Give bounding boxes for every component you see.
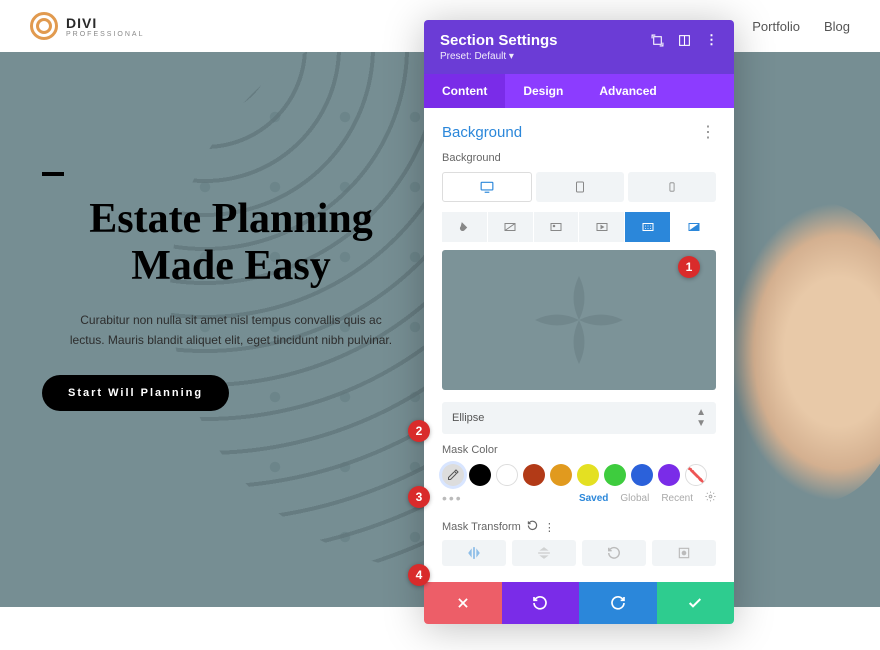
device-phone-icon[interactable] (628, 172, 716, 202)
responsive-toggle (442, 172, 716, 202)
nav-link-portfolio[interactable]: Portfolio (752, 19, 800, 34)
callout-badge-4: 4 (408, 564, 430, 586)
flip-vertical-button[interactable] (512, 540, 576, 566)
swatch-blue[interactable] (631, 464, 653, 486)
hero-image (730, 202, 880, 502)
undo-button[interactable] (502, 582, 580, 624)
kebab-menu-icon[interactable]: ⋮ (705, 32, 718, 48)
nav-link-blog[interactable]: Blog (824, 19, 850, 34)
hero-title-line1: Estate Planning (89, 196, 373, 242)
logo-mark-icon (30, 12, 58, 40)
panel-title: Section Settings (440, 32, 558, 49)
hero-title-line2: Made Easy (131, 243, 331, 289)
section-settings-panel: Section Settings Preset: Default ▾ ⋮ Con… (424, 20, 734, 624)
palette-recent-tab[interactable]: Recent (661, 493, 693, 504)
preset-selector[interactable]: Preset: Default ▾ (440, 51, 558, 62)
color-picker-button[interactable] (442, 464, 464, 486)
brand-logo[interactable]: DIVI PROFESSIONAL (30, 12, 144, 40)
swatch-none[interactable] (685, 464, 707, 486)
palette-saved-tab[interactable]: Saved (579, 493, 608, 504)
callout-badge-1: 1 (678, 256, 700, 278)
palette-global-tab[interactable]: Global (620, 493, 649, 504)
redo-button[interactable] (579, 582, 657, 624)
tab-content[interactable]: Content (424, 74, 505, 108)
hero-description: Curabitur non nulla sit amet nisl tempus… (42, 310, 420, 351)
swatch-orange[interactable] (550, 464, 572, 486)
transform-menu-icon[interactable]: ⋮ (544, 521, 555, 534)
callout-badge-2: 2 (408, 420, 430, 442)
palette-settings-icon[interactable] (705, 491, 716, 505)
section-background-title[interactable]: Background (442, 124, 522, 141)
panel-footer (424, 582, 734, 624)
panel-tabs: Content Design Advanced (424, 74, 734, 108)
swatch-black[interactable] (469, 464, 491, 486)
flip-horizontal-button[interactable] (442, 540, 506, 566)
invert-button[interactable] (652, 540, 716, 566)
bg-mask-tab-icon[interactable] (671, 212, 716, 242)
mask-shape-value: Ellipse (452, 412, 484, 424)
device-desktop-icon[interactable] (442, 172, 532, 202)
bg-color-tab-icon[interactable] (442, 212, 487, 242)
save-button[interactable] (657, 582, 735, 624)
brand-sub: PROFESSIONAL (66, 31, 144, 38)
select-caret-icon: ▲▼ (696, 407, 706, 429)
transform-buttons (442, 540, 716, 566)
hero-title: Estate Planning Made Easy (42, 196, 420, 290)
mask-transform-label: Mask Transform (442, 521, 521, 533)
section-menu-icon[interactable]: ⋮ (700, 122, 716, 142)
callout-badge-3: 3 (408, 486, 430, 508)
background-type-tabs (442, 212, 716, 242)
swatch-yellow[interactable] (577, 464, 599, 486)
color-swatches (442, 464, 716, 486)
accent-dash (42, 172, 64, 176)
columns-icon[interactable] (678, 34, 691, 47)
mask-shape-select[interactable]: Ellipse ▲▼ (442, 402, 716, 434)
device-tablet-icon[interactable] (536, 172, 624, 202)
swatch-red[interactable] (523, 464, 545, 486)
bg-video-tab-icon[interactable] (579, 212, 624, 242)
reset-transform-icon[interactable] (527, 520, 538, 534)
more-swatches-icon[interactable]: ••• (442, 490, 463, 506)
bg-gradient-tab-icon[interactable] (488, 212, 533, 242)
cancel-button[interactable] (424, 582, 502, 624)
cta-button[interactable]: Start Will Planning (42, 375, 229, 411)
tab-design[interactable]: Design (505, 74, 581, 108)
brand-name: DIVI (66, 15, 97, 31)
tab-advanced[interactable]: Advanced (581, 74, 674, 108)
mask-color-label: Mask Color (442, 444, 716, 456)
panel-header[interactable]: Section Settings Preset: Default ▾ ⋮ (424, 20, 734, 74)
mask-preview-shape-icon (524, 265, 634, 375)
mask-preview[interactable] (442, 250, 716, 390)
swatch-white[interactable] (496, 464, 518, 486)
bg-pattern-tab-icon[interactable] (625, 212, 670, 242)
rotate-button[interactable] (582, 540, 646, 566)
expand-icon[interactable] (651, 34, 664, 47)
bg-image-tab-icon[interactable] (534, 212, 579, 242)
nav-links: Portfolio Blog (752, 19, 850, 34)
swatch-purple[interactable] (658, 464, 680, 486)
background-label: Background (442, 152, 716, 164)
swatch-green[interactable] (604, 464, 626, 486)
